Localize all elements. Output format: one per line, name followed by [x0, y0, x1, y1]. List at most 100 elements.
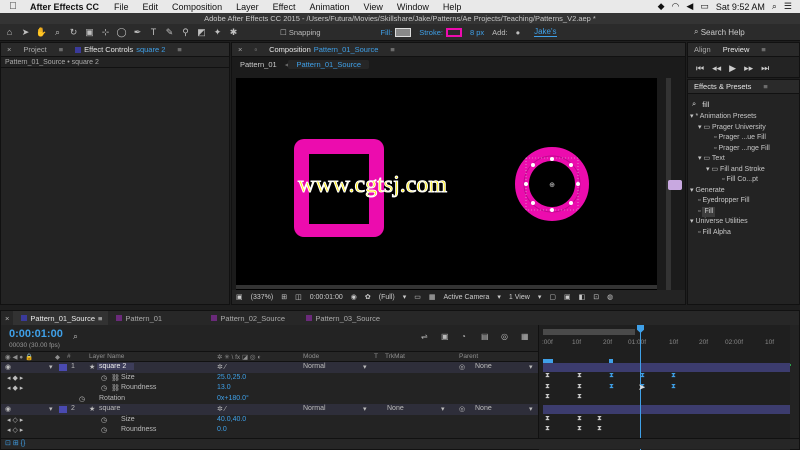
spotlight-icon[interactable]: ⌕ — [772, 1, 777, 12]
close-icon[interactable]: × — [232, 45, 248, 54]
color-channels-icon[interactable]: ✿ — [365, 293, 371, 301]
stroke-swatch[interactable] — [445, 27, 462, 37]
bbox-handle[interactable] — [576, 182, 580, 186]
timeline-graph-area[interactable]: :00f 10f 20f 01:00f 10f 20f 02:00f 10f ⧗… — [538, 325, 791, 450]
menu-file[interactable]: File — [107, 2, 136, 12]
chevron-down-icon[interactable]: ▾ — [690, 113, 694, 120]
tree-item[interactable]: ▾ ▭ Fill and Stroke — [690, 165, 799, 176]
stopwatch-icon[interactable]: ◷ — [101, 374, 107, 382]
tab-composition[interactable]: Composition Pattern_01_Source — [263, 45, 384, 54]
property-value[interactable]: 0.0 — [217, 426, 227, 433]
motion-blur-icon[interactable]: ◎ — [501, 332, 508, 341]
collapse-icon[interactable]: ✲ ⁄ — [217, 363, 226, 371]
chevron-down-icon[interactable]: ▾ — [690, 187, 694, 194]
tab-project[interactable]: Project — [17, 45, 52, 54]
keyframe-icon[interactable]: ⧗ — [545, 415, 550, 423]
collapse-icon[interactable]: ✲ ⁄ — [217, 405, 226, 413]
pan-behind-tool-icon[interactable]: ⊹ — [99, 26, 112, 39]
property-value[interactable]: 25.0,25.0 — [217, 374, 246, 381]
keyframe-icon[interactable]: ⧗ — [597, 425, 602, 433]
menu-effect[interactable]: Effect — [266, 2, 303, 12]
tree-item[interactable]: ▾ * Animation Presets — [690, 112, 799, 123]
property-row[interactable]: ◂ ◇ ▸ ◷ Size 40.0,40.0 — [1, 415, 538, 426]
type-tool-icon[interactable]: T — [147, 26, 160, 39]
expand-icon[interactable]: {} — [21, 440, 26, 447]
keyframe-icon[interactable]: ⧗ — [577, 372, 582, 380]
shy-icon[interactable]: ◔ — [461, 332, 466, 341]
chevron-down-icon[interactable]: ▾ — [529, 363, 533, 371]
snapping-checkbox[interactable]: ☐ Snapping — [280, 28, 321, 37]
keyframe-icon[interactable]: ⧗ — [577, 393, 582, 401]
pickwhip-icon[interactable]: ◎ — [459, 405, 465, 413]
property-value[interactable]: 40.0,40.0 — [217, 416, 246, 423]
home-icon[interactable]: ⌂ — [3, 26, 16, 39]
snapshot-icon[interactable]: ◫ — [295, 293, 302, 301]
graph-editor-icon[interactable]: ▦ — [521, 332, 529, 341]
keyframe-nav-icon[interactable]: ◂ ◆ ▸ — [7, 384, 23, 392]
bbox-handle[interactable] — [524, 182, 528, 186]
keyframe-icon[interactable]: ⧗ — [597, 415, 602, 423]
chevron-down-icon[interactable]: ▾ — [497, 293, 501, 301]
tab-effects-presets[interactable]: Effects & Presets — [688, 82, 757, 91]
tree-item[interactable]: ▾ Universe Utilities — [690, 217, 799, 228]
fast-preview-icon[interactable]: ▣ — [564, 293, 571, 301]
bbox-handle[interactable] — [550, 208, 554, 212]
keyframe-icon[interactable]: ⧗ — [577, 425, 582, 433]
last-frame-icon[interactable]: ⏭ — [761, 63, 769, 74]
stopwatch-icon[interactable]: ◷ — [101, 384, 107, 392]
zoom-level[interactable]: (337%) — [251, 294, 274, 301]
layer-row[interactable]: ◉ ▾ 1 ★ square 2 ✲ ⁄ Normal ▾ ◎ None ▾ — [1, 362, 538, 373]
keyframe-nav-icon[interactable]: ◂ ◇ ▸ — [7, 426, 23, 434]
time-ruler[interactable]: :00f 10f 20f 01:00f 10f 20f 02:00f 10f — [539, 331, 790, 355]
blend-mode-select[interactable]: Normal — [303, 405, 326, 412]
property-row[interactable]: ◂ ◇ ▸ ◷ Roundness 0.0 — [1, 425, 538, 436]
search-help-input[interactable]: ⌕ Search Help — [690, 26, 800, 39]
composition-viewer[interactable]: ⊕ www.cgtsj.com — [236, 78, 657, 290]
visibility-icon[interactable]: ◉ — [5, 363, 11, 371]
tab-timeline-pattern-01-source[interactable]: Pattern_01_Source ≡ — [13, 311, 109, 325]
toggle-pixel-icon[interactable]: ▢ — [549, 293, 556, 301]
keyframe-nav-icon[interactable]: ◂ ◆ ▸ — [7, 374, 23, 382]
region-of-interest-icon[interactable]: ▭ — [414, 293, 421, 301]
stamp-tool-icon[interactable]: ⚲ — [179, 26, 192, 39]
rotate-tool-icon[interactable]: ↻ — [67, 26, 80, 39]
keyframe-icon[interactable]: ⧗ — [545, 372, 550, 380]
col-layer-name[interactable]: Layer Name — [89, 353, 124, 360]
prev-frame-icon[interactable]: ◂◂ — [712, 63, 721, 74]
panel-menu-icon[interactable]: ≡ — [755, 45, 771, 54]
menu-layer[interactable]: Layer — [229, 2, 266, 12]
flowchart-icon[interactable]: ⊡ — [593, 293, 599, 301]
panel-menu-icon[interactable]: ≡ — [53, 45, 69, 54]
tree-item[interactable]: ▫ Fill Alpha — [690, 228, 799, 239]
bbox-handle[interactable] — [550, 157, 554, 161]
view-layout-select[interactable]: 1 View — [509, 294, 530, 301]
selection-tool-icon[interactable]: ➤ — [19, 26, 32, 39]
play-icon[interactable]: ▶ — [729, 63, 736, 74]
layer-name[interactable]: square — [99, 405, 120, 412]
comp-switch-icon[interactable]: ⊡ — [5, 440, 11, 447]
keyframe-icon[interactable]: ⧗ — [545, 383, 550, 391]
pen-tool-icon[interactable]: ✒ — [131, 26, 144, 39]
hand-tool-icon[interactable]: ✋ — [35, 26, 48, 39]
app-menu[interactable]: After Effects CC — [26, 2, 107, 12]
puppet-tool-icon[interactable]: ✱ — [227, 26, 240, 39]
panel-menu-icon[interactable]: ≡ — [98, 314, 102, 323]
tab-timeline-pattern-03-source[interactable]: Pattern_03_Source — [298, 314, 393, 323]
property-row[interactable]: ◂ ◆ ▸ ◷ ⛓ Size 25.0,25.0 — [1, 373, 538, 384]
keyframe-icon[interactable]: ⧗ — [609, 372, 614, 380]
menu-list-icon[interactable]: ☰ — [784, 1, 792, 12]
close-icon[interactable]: × — [1, 45, 17, 54]
blend-mode-select[interactable]: Normal — [303, 363, 326, 370]
keyframe-icon[interactable]: ⧗ — [545, 393, 550, 401]
grid-icon[interactable]: ⊞ — [281, 293, 287, 301]
add-dropdown-icon[interactable]: ● — [516, 28, 521, 37]
trkmat-select[interactable]: None — [387, 405, 404, 412]
chevron-down-icon[interactable]: ▾ — [363, 363, 367, 371]
stopwatch-icon[interactable]: ◷ — [101, 426, 107, 434]
chevron-down-icon[interactable]: ▾ — [49, 363, 53, 371]
bbox-handle[interactable] — [569, 163, 573, 167]
parent-select[interactable]: None — [475, 363, 492, 370]
layer-bar[interactable] — [543, 363, 790, 372]
keyframe-icon[interactable]: ⧗ — [577, 383, 582, 391]
chevron-down-icon[interactable]: ▾ — [363, 405, 367, 413]
